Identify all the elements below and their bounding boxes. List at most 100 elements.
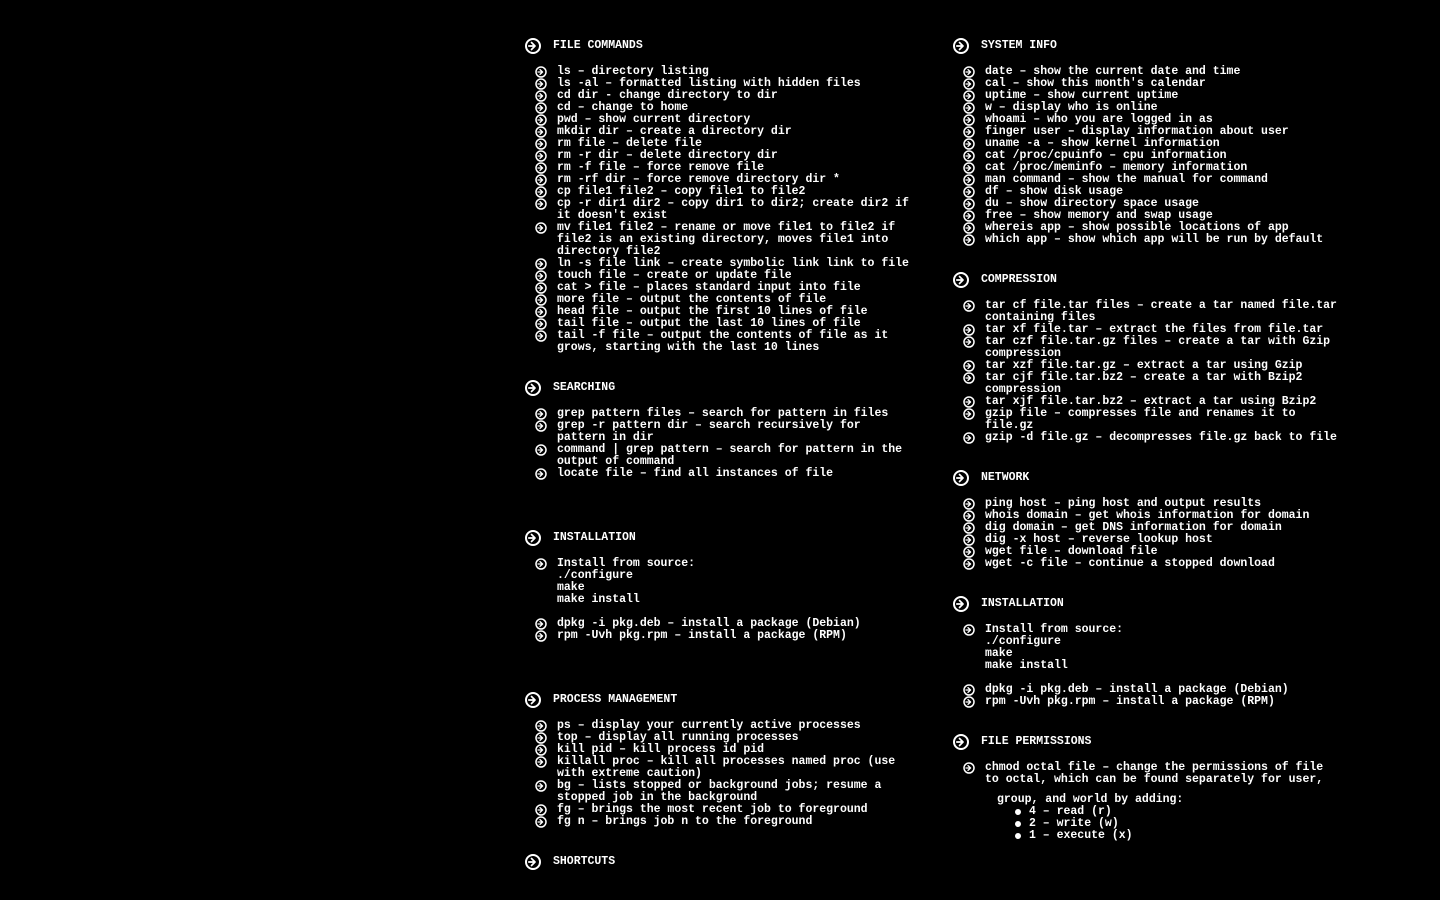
arrow-circle-small-icon [963, 432, 975, 444]
bullet-icon [963, 126, 975, 138]
arrow-circle-icon [953, 596, 969, 612]
permissions-sub: group, and world by adding:4 – read (r)2… [997, 794, 1343, 842]
arrow-circle-small-icon [535, 306, 547, 318]
section-header-system-info: SYSTEM INFO [953, 38, 1343, 54]
arrow-circle-small-icon [535, 420, 547, 432]
bullet-icon [963, 90, 975, 102]
section-items-file-commands: ls – directory listingls -al – formatted… [535, 66, 915, 354]
bullet-icon [535, 816, 547, 828]
section-title: INSTALLATION [553, 532, 636, 544]
bullet-icon [535, 198, 547, 210]
arrow-circle-small-icon [963, 138, 975, 150]
section-header-searching: SEARCHING [525, 380, 915, 396]
bullet-icon [535, 444, 547, 456]
arrow-circle-small-icon [963, 102, 975, 114]
bullet-icon [535, 558, 547, 570]
list-item-text: command | grep pattern – search for patt… [557, 444, 915, 468]
arrow-circle-small-icon [963, 360, 975, 372]
bullet-icon [963, 300, 975, 312]
list-item: Install from source: ./configure make ma… [535, 558, 915, 606]
section-items-searching: grep pattern files – search for pattern … [535, 408, 915, 480]
section-icon [525, 380, 541, 396]
section-icon [525, 38, 541, 54]
arrow-circle-small-icon [535, 408, 547, 420]
section-header-network: NETWORK [953, 470, 1343, 486]
bullet-icon [535, 222, 547, 234]
arrow-circle-small-icon [963, 198, 975, 210]
arrow-circle-small-icon [963, 762, 975, 774]
section-icon [953, 734, 969, 750]
arrow-circle-small-icon [535, 444, 547, 456]
dot-icon [1015, 833, 1021, 839]
list-item: gzip -d file.gz – decompresses file.gz b… [963, 432, 1343, 444]
sub-line: 1 – execute (x) [1015, 830, 1343, 842]
bullet-icon [535, 804, 547, 816]
bullet-icon [963, 360, 975, 372]
list-item-text: fg n – brings job n to the foreground [557, 816, 812, 828]
section-title: SHORTCUTS [553, 856, 615, 868]
arrow-circle-small-icon [963, 546, 975, 558]
arrow-circle-small-icon [535, 804, 547, 816]
bullet-icon [963, 162, 975, 174]
list-item-text: killall proc – kill all processes named … [557, 756, 915, 780]
section-icon [953, 38, 969, 54]
arrow-circle-small-icon [535, 222, 547, 234]
column-right: SYSTEM INFOdate – show the current date … [953, 38, 1343, 882]
bullet-icon [963, 558, 975, 570]
arrow-circle-icon [525, 530, 541, 546]
bullet-icon [963, 510, 975, 522]
bullet-icon [963, 150, 975, 162]
list-item: fg n – brings job n to the foreground [535, 816, 915, 828]
arrow-circle-small-icon [963, 90, 975, 102]
bullet-icon [963, 324, 975, 336]
list-item: command | grep pattern – search for patt… [535, 444, 915, 468]
bullet-icon [535, 258, 547, 270]
bullet-icon [535, 732, 547, 744]
list-item: tar czf file.tar.gz files – create a tar… [963, 336, 1343, 360]
section-header-shortcuts: SHORTCUTS [525, 854, 915, 870]
bullet-icon [963, 102, 975, 114]
list-item: cp -r dir1 dir2 – copy dir1 to dir2; cre… [535, 198, 915, 222]
list-item-text: bg – lists stopped or background jobs; r… [557, 780, 915, 804]
arrow-circle-small-icon [963, 222, 975, 234]
bullet-icon [963, 222, 975, 234]
section-items-file-permissions: chmod octal file – change the permission… [963, 762, 1343, 842]
arrow-circle-small-icon [963, 300, 975, 312]
dot-icon [1015, 821, 1021, 827]
section-title: INSTALLATION [981, 598, 1064, 610]
bullet-icon [535, 102, 547, 114]
list-item: Install from source: ./configure make ma… [963, 624, 1343, 672]
arrow-circle-icon [953, 272, 969, 288]
bullet-icon [535, 630, 547, 642]
bullet-icon [535, 138, 547, 150]
column-left: FILE COMMANDSls – directory listingls -a… [525, 38, 915, 882]
bullet-icon [535, 162, 547, 174]
arrow-circle-small-icon [535, 756, 547, 768]
arrow-circle-small-icon [535, 780, 547, 792]
list-item: grep -r pattern dir – search recursively… [535, 420, 915, 444]
bullet-icon [535, 126, 547, 138]
list-item-text: rpm -Uvh pkg.rpm – install a package (RP… [985, 696, 1275, 708]
bullet-icon [535, 270, 547, 282]
bullet-icon [535, 756, 547, 768]
bullet-icon [535, 720, 547, 732]
arrow-circle-small-icon [963, 336, 975, 348]
arrow-circle-small-icon [963, 396, 975, 408]
section-items-network: ping host – ping host and output results… [963, 498, 1343, 570]
arrow-circle-icon [953, 470, 969, 486]
bullet-icon [535, 186, 547, 198]
arrow-circle-small-icon [535, 720, 547, 732]
bullet-icon [535, 408, 547, 420]
bullet-icon [963, 432, 975, 444]
arrow-circle-small-icon [535, 114, 547, 126]
arrow-circle-small-icon [535, 816, 547, 828]
section-icon [525, 530, 541, 546]
arrow-circle-small-icon [963, 174, 975, 186]
arrow-circle-icon [525, 692, 541, 708]
arrow-circle-small-icon [535, 630, 547, 642]
list-item: rpm -Uvh pkg.rpm – install a package (RP… [963, 696, 1343, 708]
list-item-text: chmod octal file – change the permission… [985, 762, 1343, 786]
arrow-circle-icon [525, 380, 541, 396]
bullet-icon [963, 78, 975, 90]
section-items-process-management: ps – display your currently active proce… [535, 720, 915, 828]
